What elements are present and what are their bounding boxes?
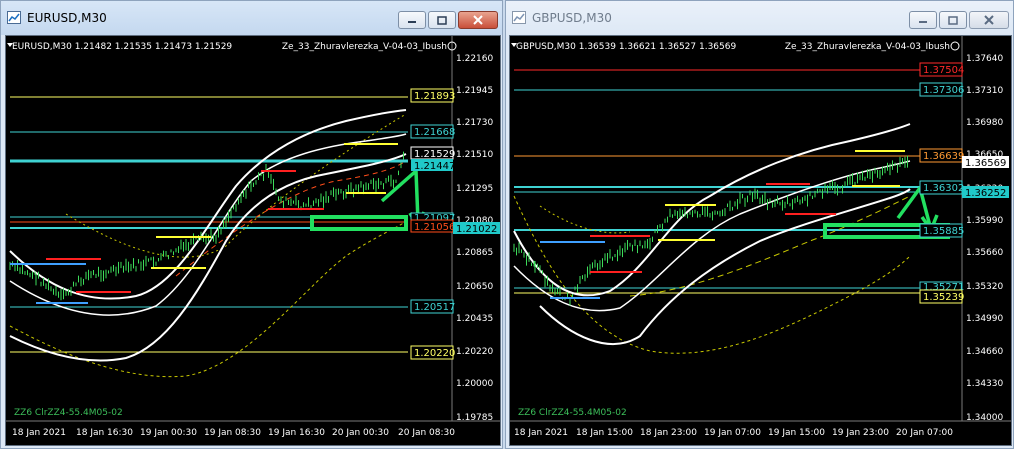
window-title: GBPUSD,M30: [532, 11, 612, 25]
time-tick: 19 Jan 23:00: [832, 428, 889, 438]
highlight-box: [310, 215, 408, 231]
level-label: 1.20517: [414, 302, 455, 313]
time-tick: 18 Jan 2021: [12, 428, 66, 438]
eurusd-titlebar[interactable]: EURUSD,M30: [1, 1, 502, 35]
level-label: 1.21893: [414, 91, 455, 102]
level-label: 1.21056: [414, 222, 455, 233]
eurusd-window[interactable]: EURUSD,M30 EURUSD,M30 1.21482 1.21535 1.…: [0, 0, 503, 449]
price-axis: 1.37640 1.37310 1.36980 1.36650 1.36320 …: [966, 54, 1003, 423]
price-tick: 1.21295: [456, 184, 493, 194]
price-tick: 1.34660: [966, 347, 1003, 357]
price-tick: 1.34990: [966, 314, 1003, 324]
price-tick: 1.20220: [456, 347, 493, 357]
price-tick: 1.22160: [456, 54, 493, 64]
close-icon: [473, 15, 483, 25]
price-tick: 1.20865: [456, 248, 493, 258]
close-button[interactable]: [969, 11, 1009, 29]
price-tick: 1.21945: [456, 86, 493, 96]
time-tick: 20 Jan 07:00: [896, 428, 953, 438]
upper-band-line: [9, 109, 407, 300]
window-title: EURUSD,M30: [27, 11, 107, 25]
gbpusd-window[interactable]: GBPUSD,M30 GBPUSD,M30 1.36539 1.36621 1.…: [505, 0, 1014, 449]
price-tick: 1.35660: [966, 248, 1003, 258]
time-tick: 19 Jan 08:30: [204, 428, 261, 438]
price-bars: [9, 151, 404, 301]
price-tick: 1.19785: [456, 413, 493, 423]
time-tick: 18 Jan 15:00: [576, 428, 633, 438]
minimize-icon: [919, 21, 927, 23]
close-icon: [984, 15, 994, 25]
current-price-label: 1.36569: [965, 158, 1006, 169]
chart-window-icon: [512, 11, 526, 24]
price-tick: 1.36980: [966, 118, 1003, 128]
level-label: 1.37504: [923, 65, 964, 76]
price-tick: 1.20650: [456, 282, 493, 292]
price-tick: 1.34000: [966, 413, 1003, 423]
price-tick: 1.21730: [456, 118, 493, 128]
level-label: 1.35885: [923, 226, 964, 237]
time-axis: 18 Jan 2021 18 Jan 15:00 18 Jan 23:00 19…: [514, 428, 953, 438]
price-tick: 1.37310: [966, 86, 1003, 96]
gbpusd-chart[interactable]: GBPUSD,M30 1.36539 1.36621 1.36527 1.365…: [509, 35, 1012, 446]
moving-average-line: [629, 195, 911, 297]
moving-average-line: [539, 205, 631, 234]
time-tick: 20 Jan 00:30: [332, 428, 389, 438]
level-label: 1.21447: [414, 161, 455, 172]
level-label: 1.36302: [923, 183, 964, 194]
price-tick: 1.20435: [456, 314, 493, 324]
minimize-icon: [408, 21, 416, 23]
price-tick: 1.34330: [966, 379, 1003, 389]
time-tick: 19 Jan 16:30: [268, 428, 325, 438]
level-label: 1.21022: [456, 224, 497, 235]
minimize-button[interactable]: [398, 11, 426, 29]
time-tick: 18 Jan 16:30: [76, 428, 133, 438]
close-button[interactable]: [458, 11, 498, 29]
indicator-footer: ZZ6 ClrZZ4-55.4M05-02: [518, 408, 627, 418]
symbol-info: EURUSD,M30 1.21482 1.21535 1.21473 1.215…: [12, 42, 232, 52]
maximize-icon: [437, 15, 447, 25]
time-tick: 18 Jan 2021: [514, 428, 568, 438]
level-label: 1.36639: [923, 151, 964, 162]
level-label: 1.37306: [923, 85, 964, 96]
level-label: 1.21668: [414, 127, 455, 138]
maximize-icon: [948, 15, 958, 25]
indicator-name: Ze_33_Zhuravlerezka_V-04-03_Ibush: [785, 42, 950, 52]
price-axis: 1.22160 1.21945 1.21730 1.21510 1.21295 …: [456, 54, 493, 423]
level-labels: 1.37504 1.37306 1.36639 1.36569 1.36302 …: [919, 62, 1009, 304]
time-tick: 20 Jan 08:30: [398, 428, 455, 438]
price-tick: 1.21510: [456, 150, 493, 160]
symbol-info: GBPUSD,M30 1.36539 1.36621 1.36527 1.365…: [516, 42, 736, 52]
level-label: 1.36252: [965, 188, 1006, 199]
indicator-footer: ZZ6 ClrZZ4-55.4M05-02: [14, 408, 123, 418]
price-tick: 1.35990: [966, 216, 1003, 226]
price-tick: 1.20000: [456, 379, 493, 389]
price-tick: 1.37640: [966, 54, 1003, 64]
lower-band-line: [9, 153, 407, 362]
chart-window-icon: [7, 11, 21, 24]
smiley-icon: [950, 41, 960, 51]
gbpusd-titlebar[interactable]: GBPUSD,M30: [506, 1, 1013, 35]
current-price-label: 1.21529: [414, 149, 455, 160]
eurusd-chart[interactable]: EURUSD,M30 1.21482 1.21535 1.21473 1.215…: [5, 35, 501, 446]
indicator-name: Ze_33_Zhuravlerezka_V-04-03_Ibush: [282, 42, 447, 52]
time-tick: 19 Jan 15:00: [768, 428, 825, 438]
time-tick: 19 Jan 00:30: [140, 428, 197, 438]
level-label: 1.35239: [923, 292, 964, 303]
time-axis: 18 Jan 2021 18 Jan 16:30 19 Jan 00:30 19…: [12, 428, 455, 438]
level-label: 1.20220: [414, 348, 455, 359]
time-tick: 19 Jan 07:00: [704, 428, 761, 438]
maximize-button[interactable]: [939, 11, 967, 29]
minimize-button[interactable]: [909, 11, 937, 29]
price-tick: 1.35320: [966, 282, 1003, 292]
time-tick: 18 Jan 23:00: [640, 428, 697, 438]
maximize-button[interactable]: [428, 11, 456, 29]
